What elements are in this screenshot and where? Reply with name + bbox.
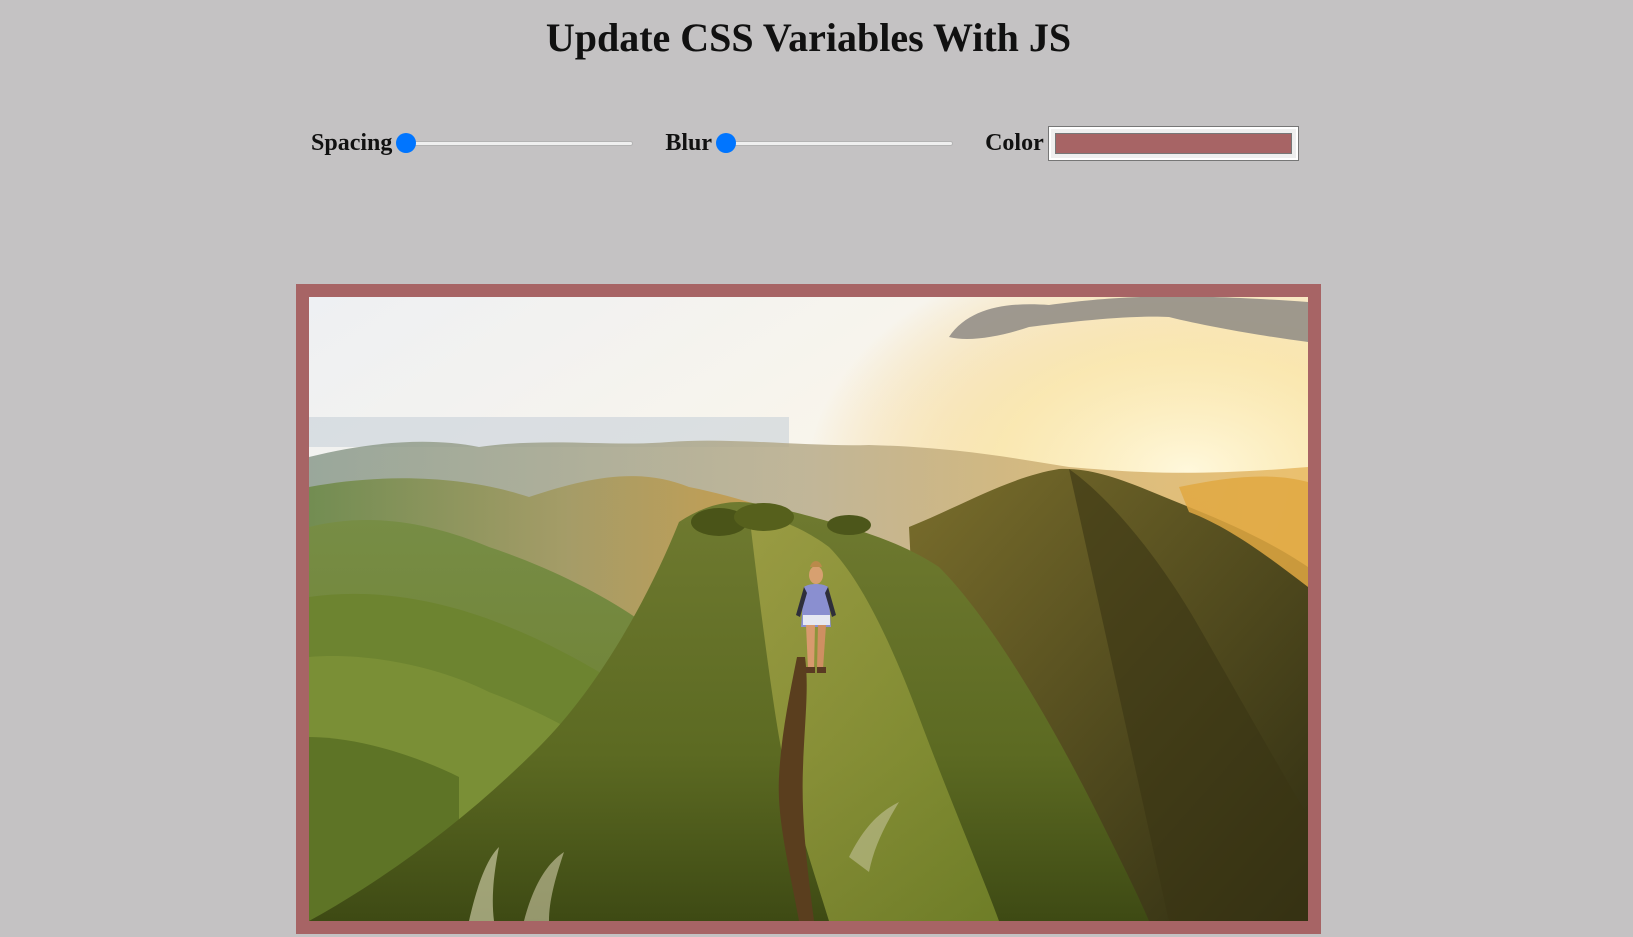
image-frame (296, 284, 1321, 934)
blur-label: Blur (665, 129, 713, 156)
spacing-slider[interactable] (396, 133, 634, 153)
landscape-photo (309, 297, 1308, 921)
spacing-slider-thumb[interactable] (396, 133, 417, 153)
color-picker-swatch (1054, 132, 1292, 154)
controls-bar: Spacing Blur Color (311, 125, 1299, 161)
color-label: Color (985, 129, 1044, 156)
blur-slider[interactable] (716, 133, 954, 153)
blur-slider-thumb[interactable] (716, 133, 737, 153)
spacing-label: Spacing (311, 129, 393, 156)
spacing-slider-track (398, 141, 634, 146)
color-picker[interactable] (1047, 125, 1299, 161)
blur-slider-track (718, 141, 954, 146)
page-title: Update CSS Variables With JS (545, 15, 1072, 60)
